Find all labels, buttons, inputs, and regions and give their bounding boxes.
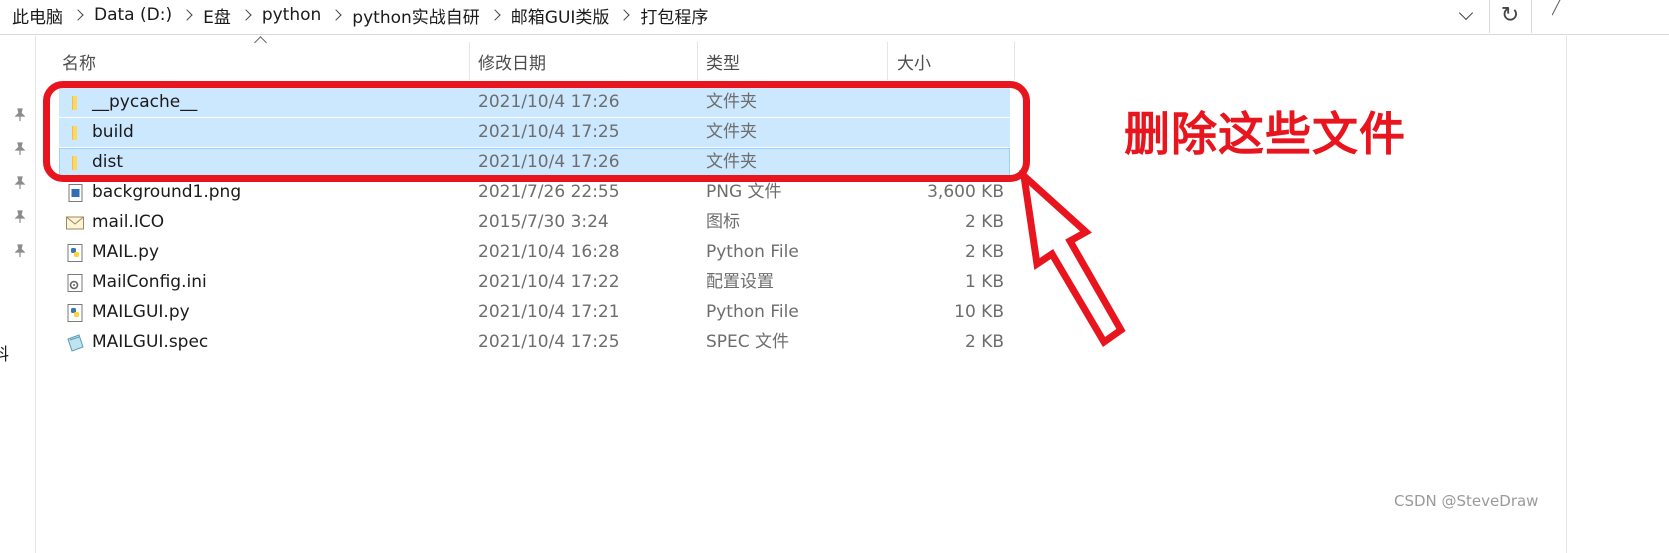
nav-item-partial[interactable]: 料: [0, 340, 9, 365]
file-date: 2021/7/26 22:55: [478, 182, 620, 202]
pin-icon[interactable]: [14, 176, 26, 190]
file-name: MAIL.py: [92, 242, 160, 262]
annotation-text: 删除这些文件: [1124, 107, 1406, 161]
breadcrumb: 此电脑 Data (D:) E盘 python python实战自研 邮箱GUI…: [12, 0, 708, 30]
file-type: Python File: [706, 242, 799, 262]
annotation-arrow-icon: [1019, 170, 1126, 348]
file-name: MAILGUI.spec: [92, 332, 209, 352]
search-box-edge[interactable]: ╱: [1552, 0, 1568, 30]
column-header-size[interactable]: 大小: [881, 42, 1015, 80]
pane-divider: [1566, 34, 1567, 553]
address-bar[interactable]: 此电脑 Data (D:) E盘 python python实战自研 邮箱GUI…: [0, 0, 1669, 35]
file-row[interactable]: MAIL.py 2021/10/4 16:28 Python File 2 KB: [59, 238, 1010, 267]
file-type: PNG 文件: [706, 182, 782, 202]
file-name: mail.ICO: [92, 212, 165, 232]
file-date: 2021/10/4 17:21: [478, 302, 620, 322]
file-type: SPEC 文件: [706, 332, 790, 352]
file-size: 1 KB: [964, 272, 1004, 292]
chevron-down-icon: [1458, 5, 1474, 20]
refresh-button[interactable]: ↻: [1490, 0, 1530, 30]
chevron-right-icon[interactable]: [489, 9, 501, 21]
file-size: 3,600 KB: [927, 182, 1004, 202]
breadcrumb-item[interactable]: python实战自研: [352, 3, 479, 28]
file-type: Python File: [706, 302, 799, 322]
breadcrumb-item[interactable]: python: [262, 5, 321, 25]
file-row[interactable]: background1.png 2021/7/26 22:55 PNG 文件 3,60…: [59, 178, 1010, 207]
breadcrumb-item[interactable]: E盘: [203, 3, 231, 28]
column-header-type[interactable]: 类型: [690, 42, 888, 80]
breadcrumb-item[interactable]: 邮箱GUI类版: [511, 3, 610, 28]
file-size: 10 KB: [954, 302, 1004, 322]
file-date: 2021/10/4 16:28: [478, 242, 620, 262]
breadcrumb-item[interactable]: Data (D:): [94, 5, 172, 25]
file-size: 2 KB: [964, 242, 1004, 262]
divider: [1531, 0, 1532, 33]
chevron-right-icon[interactable]: [72, 9, 84, 21]
file-row[interactable]: mail.ICO 2015/7/30 3:24 图标 2 KB: [59, 208, 1010, 237]
pin-icon[interactable]: [14, 108, 26, 122]
chevron-right-icon[interactable]: [181, 9, 193, 21]
chevron-right-icon[interactable]: [240, 9, 252, 21]
chevron-right-icon[interactable]: [618, 9, 631, 21]
address-history-dropdown[interactable]: [1446, 0, 1486, 30]
file-name: MAILGUI.py: [92, 302, 190, 322]
file-date: 2015/7/30 3:24: [478, 212, 609, 232]
file-type: 配置设置: [706, 272, 774, 292]
breadcrumb-item[interactable]: 此电脑: [12, 3, 63, 28]
column-resize-handle[interactable]: [1014, 42, 1015, 80]
file-row[interactable]: MAILGUI.py 2021/10/4 17:21 Python File 10 K…: [59, 298, 1010, 327]
navigation-pane[interactable]: 料: [0, 34, 36, 553]
refresh-icon: ↻: [1500, 2, 1520, 28]
file-type: 图标: [706, 212, 740, 232]
file-date: 2021/10/4 17:22: [478, 272, 620, 292]
column-header-date[interactable]: 修改日期: [462, 42, 698, 80]
column-header-name[interactable]: 名称: [46, 42, 469, 80]
file-size: 2 KB: [964, 332, 1004, 352]
search-icon: ╱: [1552, 0, 1561, 16]
chevron-right-icon[interactable]: [330, 9, 342, 21]
file-row[interactable]: MailConfig.ini 2021/10/4 17:22 配置设置 1 KB: [59, 268, 1010, 297]
pin-icon[interactable]: [14, 244, 26, 258]
pin-icon[interactable]: [14, 142, 26, 156]
file-row[interactable]: MAILGUI.spec 2021/10/4 17:25 SPEC 文件 2 KB: [59, 328, 1010, 357]
file-name: MailConfig.ini: [92, 272, 207, 292]
breadcrumb-item-current[interactable]: 打包程序: [640, 3, 708, 28]
annotation-highlight-box: [43, 81, 1030, 182]
file-name: background1.png: [92, 182, 242, 202]
pin-icon[interactable]: [14, 210, 26, 224]
watermark: CSDN @SteveDraw: [1394, 492, 1539, 510]
file-size: 2 KB: [964, 212, 1004, 232]
file-date: 2021/10/4 17:25: [478, 332, 620, 352]
